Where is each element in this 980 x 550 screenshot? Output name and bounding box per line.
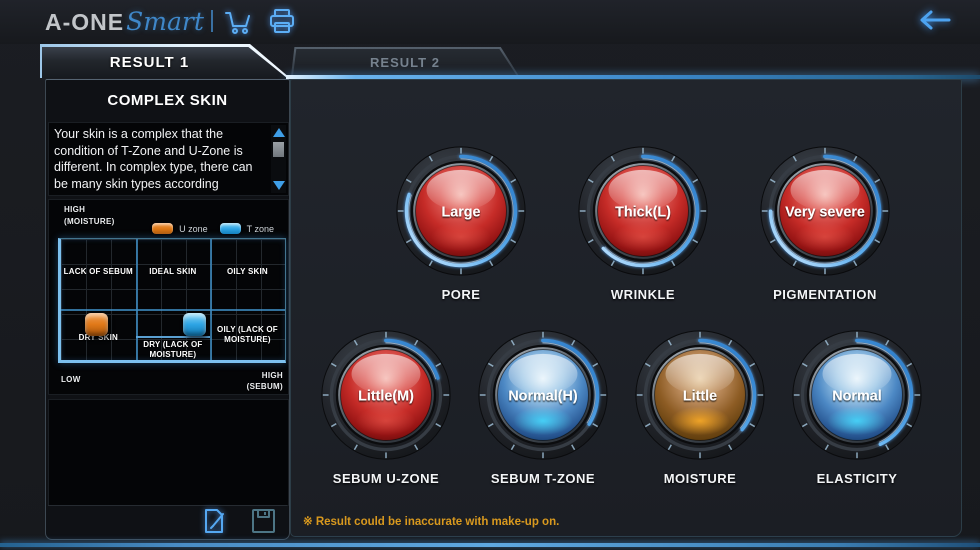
tab-result-2-label: RESULT 2 [370,55,440,70]
gauge-label: SEBUM T-ZONE [473,471,613,486]
logo-text-secondary: Smart [126,7,204,36]
panel-action-icons [201,508,277,534]
tab-result-1[interactable]: RESULT 1 [40,44,290,78]
gauge-dial: Little(M) [319,328,453,462]
marker-t-zone [183,313,206,336]
gauge-dial: Little [633,328,767,462]
x-axis-high-label: HIGH (SEBUM) [247,370,283,393]
cell-dry-lack-of-moisture: DRY (LACK OF MOISTURE) [136,340,211,360]
gauge-label: MOISTURE [630,471,770,486]
cell-oily-lack-of-moisture: OILY (LACK OF MOISTURE) [210,325,285,345]
gauge-moisture[interactable]: Little MOISTURE [630,328,770,486]
gauge-dial: Thick(L) [576,144,710,278]
shopping-cart-icon[interactable] [222,6,254,38]
gauge-label: ELASTICITY [787,471,927,486]
skin-type-title: COMPLEX SKIN [46,92,289,109]
chart-legend: U zone T zone [152,223,280,234]
gauge-label: SEBUM U-ZONE [316,471,456,486]
gauge-pigmentation[interactable]: Very severe PIGMENTATION [755,144,895,302]
gauge-label: PORE [391,287,531,302]
gauge-value: Little(M) [358,389,414,405]
gauge-dial: Normal [790,328,924,462]
t-zone-legend-chip [220,223,241,234]
gauge-value: Very severe [785,205,865,221]
save-icon[interactable] [250,508,277,534]
cell-lack-of-sebum: LACK OF SEBUM [61,267,136,277]
cell-oily-skin: OILY SKIN [210,267,285,277]
gauge-sebum-u-zone[interactable]: Little(M) SEBUM U-ZONE [316,328,456,486]
gauge-row-top: Large PORE Thick(L) WRINKLE [391,144,895,302]
gauge-dial: Very severe [758,144,892,278]
result-gauges-panel: Large PORE Thick(L) WRINKLE [290,79,962,537]
gauge-elasticity[interactable]: Normal ELASTICITY [787,328,927,486]
sebum-moisture-chart: HIGH (MOISTURE) U zone T zone LACK OF SE… [48,199,289,395]
chart-grid: LACK OF SEBUM IDEAL SKIN OILY SKIN DRY S… [58,238,286,363]
makeup-warning-note: ※ Result could be inaccurate with make-u… [303,514,559,528]
u-zone-legend-label: U zone [179,224,208,234]
gauge-dial: Normal(H) [476,328,610,462]
gauge-sebum-t-zone[interactable]: Normal(H) SEBUM T-ZONE [473,328,613,486]
panel-divider [48,505,287,506]
back-arrow-icon[interactable] [918,8,952,32]
gauge-row-bottom: Little(M) SEBUM U-ZONE Normal(H) SEBUM T… [316,328,927,486]
marker-u-zone [85,313,108,336]
gauge-pore[interactable]: Large PORE [391,144,531,302]
u-zone-legend-chip [152,223,173,234]
y-axis-high-label: HIGH (MOISTURE) [64,204,115,227]
tab-result-1-label: RESULT 1 [110,54,219,71]
gauge-value: Large [441,205,480,221]
tab-result-2[interactable]: RESULT 2 [291,47,519,76]
grid-line [136,336,211,338]
header-separator [211,10,213,32]
cell-ideal-skin: IDEAL SKIN [136,267,211,277]
scroll-up-icon[interactable] [273,128,285,137]
skin-analysis-app: A-ONE Smart RESULT 1 RESULT 2 COMPL [0,0,980,550]
gauge-dial: Large [394,144,528,278]
header-bar: A-ONE Smart [0,0,980,44]
app-logo: A-ONE Smart [45,7,204,36]
scrollbar-thumb[interactable] [273,142,284,157]
gauge-value: Normal [832,389,881,405]
empty-content-box [48,399,289,506]
gauge-value: Normal(H) [508,389,578,405]
gauge-wrinkle[interactable]: Thick(L) WRINKLE [573,144,713,302]
gauge-value: Little [683,389,717,405]
logo-text-primary: A-ONE [45,9,124,36]
skin-type-description[interactable]: Your skin is a complex that the conditio… [48,122,289,196]
scrollbar [271,125,286,193]
t-zone-legend-label: T zone [247,224,274,234]
printer-icon[interactable] [266,6,298,38]
gauge-label: PIGMENTATION [755,287,895,302]
result-detail-panel: COMPLEX SKIN Your skin is a complex that… [45,79,290,540]
bottom-glow-line [0,543,980,547]
scroll-down-icon[interactable] [273,181,285,190]
grid-line [61,309,285,311]
edit-note-icon[interactable] [201,508,228,534]
gauge-label: WRINKLE [573,287,713,302]
gauge-value: Thick(L) [615,205,671,221]
description-text: Your skin is a complex that the conditio… [54,127,253,191]
x-axis-low-label: LOW [61,374,81,386]
